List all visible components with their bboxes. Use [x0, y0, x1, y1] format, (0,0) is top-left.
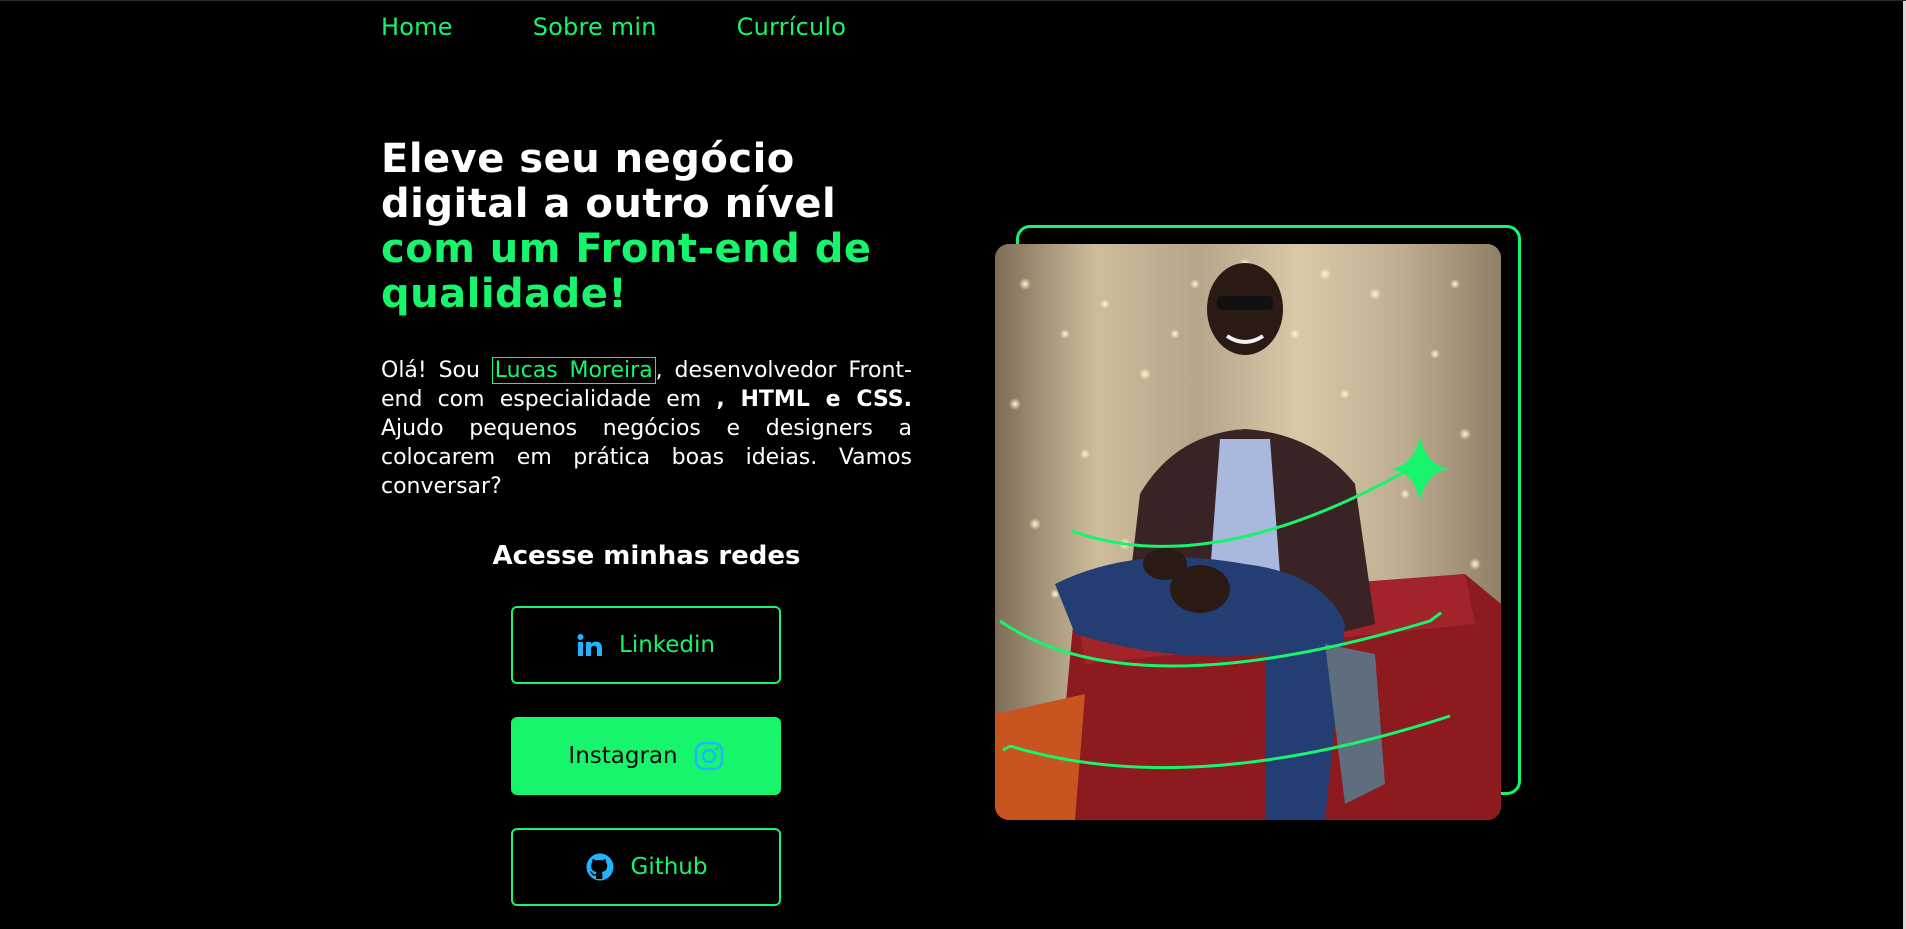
- github-button[interactable]: Github: [511, 828, 781, 906]
- intro-skills: , HTML e CSS.: [716, 387, 912, 412]
- top-nav: Home Sobre min Currículo: [381, 13, 846, 41]
- intro-suffix: Ajudo pequenos negócios e designers a co…: [381, 416, 912, 499]
- headline-line-3: com um Front-end de: [381, 226, 872, 272]
- intro-prefix: Olá! Sou: [381, 358, 492, 383]
- linkedin-icon: [577, 633, 603, 657]
- page: Home Sobre min Currículo Eleve seu negóc…: [0, 0, 1906, 929]
- nav-resume-link[interactable]: Currículo: [737, 13, 847, 41]
- headline-line-4: qualidade!: [381, 271, 628, 317]
- linkedin-button[interactable]: Linkedin: [511, 606, 781, 684]
- author-name: Lucas Moreira: [491, 357, 656, 384]
- headline-line-1: Eleve seu negócio: [381, 136, 795, 182]
- hero-intro: Olá! Sou Lucas Moreira, desenvolvedor Fr…: [381, 356, 912, 501]
- instagram-label: Instagran: [568, 743, 678, 769]
- profile-photo: [995, 244, 1501, 820]
- github-label: Github: [630, 854, 708, 880]
- hero-headline: Eleve seu negócio digital a outro nível …: [381, 137, 941, 317]
- linkedin-label: Linkedin: [619, 632, 715, 658]
- instagram-button[interactable]: Instagran: [511, 717, 781, 795]
- nav-home-link[interactable]: Home: [381, 13, 453, 41]
- nav-about-link[interactable]: Sobre min: [533, 13, 657, 41]
- headline-line-2: digital a outro nível: [381, 181, 837, 227]
- instagram-icon: [694, 741, 724, 771]
- social-title: Acesse minhas redes: [492, 541, 801, 571]
- github-icon: [585, 852, 615, 882]
